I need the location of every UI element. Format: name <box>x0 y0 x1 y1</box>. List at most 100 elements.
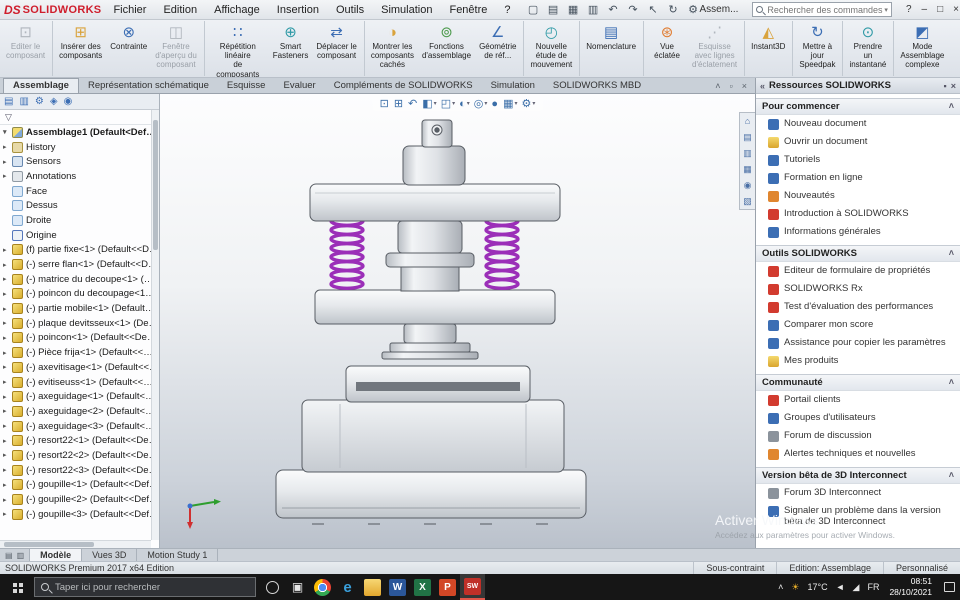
taskpane-row[interactable]: Forum de discussion <box>756 427 960 445</box>
display-manager-tab[interactable]: ◉ <box>64 96 73 107</box>
property-manager-tab[interactable]: ▥ <box>19 96 28 107</box>
ribbon-button[interactable]: ∠ Géométrie de réf... <box>475 21 525 76</box>
status-units[interactable]: Personnalisé <box>882 562 960 574</box>
display-style-icon[interactable]: ◐ ▾ <box>459 98 470 110</box>
taskbar-clock[interactable]: 08:51 28/10/2021 <box>889 576 932 597</box>
expand-arrow-icon[interactable] <box>3 422 12 430</box>
ribbon-button[interactable]: ⊙ Prendre un instantané <box>845 21 895 76</box>
edit-appearance-icon[interactable]: ● <box>491 98 499 110</box>
collapse-chevron-icon[interactable] <box>949 470 954 480</box>
document-tab[interactable]: Vues 3D <box>82 549 138 561</box>
dropdown-arrow-icon[interactable]: ▾ <box>467 100 470 107</box>
menu-item[interactable]: Edition <box>161 3 199 17</box>
view-settings-icon[interactable]: ⚙ ▾ <box>521 97 535 110</box>
expand-arrow-icon[interactable] <box>3 128 12 136</box>
tree-root-item[interactable]: Assemblage1 (Default<Default_Display... <box>0 125 159 140</box>
assembly-3d-model[interactable] <box>160 94 755 548</box>
tree-item[interactable]: (-) serre flan<1> (Default<<Defaul <box>0 257 159 272</box>
dropdown-arrow-icon[interactable]: ▾ <box>434 100 437 107</box>
tree-scrollbar-horizontal[interactable] <box>0 540 151 548</box>
taskpane-row[interactable]: Communauté <box>756 374 960 391</box>
help-button[interactable]: ? <box>906 4 912 15</box>
expand-arrow-icon[interactable] <box>3 481 12 489</box>
ribbon-button[interactable]: ⊕ Smart Fasteners <box>269 21 313 76</box>
options-icon[interactable]: ⚙ <box>687 3 700 16</box>
dropdown-arrow-icon[interactable]: ▾ <box>532 100 535 107</box>
expand-arrow-icon[interactable] <box>3 363 12 371</box>
new-document-icon[interactable]: ▢ <box>527 3 540 16</box>
tree-item[interactable]: (-) plaque devitsseux<1> (Default<... <box>0 316 159 331</box>
hide-show-items-icon[interactable]: ◎ ▾ <box>474 97 488 110</box>
close-button[interactable]: × <box>953 4 959 15</box>
powerpoint-icon[interactable]: P <box>435 574 460 600</box>
spring-right[interactable] <box>484 214 520 290</box>
cortana-icon[interactable] <box>260 574 285 600</box>
restore-window-icon[interactable]: ▫ <box>730 81 733 91</box>
expand-arrow-icon[interactable] <box>3 407 12 415</box>
menu-item[interactable]: Simulation <box>379 3 434 17</box>
redo-icon[interactable]: ↷ <box>627 3 640 16</box>
taskpane-row[interactable]: Signaler un problème dans la version bêt… <box>756 502 960 530</box>
taskpane-row[interactable]: Formation en ligne <box>756 169 960 187</box>
taskpane-row[interactable]: Pour commencer <box>756 98 960 115</box>
menu-item[interactable]: Fenêtre <box>447 3 489 17</box>
close-document-icon[interactable]: × <box>742 81 747 91</box>
pin-icon[interactable]: ▪ <box>944 81 947 91</box>
graphics-viewport[interactable]: ⊡ ⊞ ↶ ◧ ▾ ◰ ▾ ◐ ▾ ◎ ▾ ● ▦ ▾ ⚙ ▾ <box>160 94 755 548</box>
tree-item[interactable]: (-) partie mobile<1> (Default<<D... <box>0 301 159 316</box>
taskpane-row[interactable]: Portail clients <box>756 391 960 409</box>
action-center-icon[interactable] <box>944 582 955 592</box>
tree-item[interactable]: Face <box>0 184 159 199</box>
expand-arrow-icon[interactable] <box>3 275 12 283</box>
expand-arrow-icon[interactable] <box>3 143 12 151</box>
solidworks-taskbar-icon[interactable]: SW <box>460 574 485 600</box>
hidden-icons-chevron-icon[interactable]: ˄ <box>778 582 783 592</box>
tree-item[interactable]: (-) evitiseuss<1> (Default<<Defaul... <box>0 375 159 390</box>
taskpane-row[interactable]: Introduction à SOLIDWORKS <box>756 205 960 223</box>
expand-arrow-icon[interactable] <box>3 378 12 386</box>
ribbon-button[interactable]: ⊗ Contrainte <box>106 21 151 76</box>
taskpane-row[interactable]: Tutoriels <box>756 151 960 169</box>
taskpane-row[interactable]: Comparer mon score <box>756 316 960 334</box>
expand-arrow-icon[interactable] <box>3 496 12 504</box>
design-library-tab[interactable]: ▤ <box>740 129 755 145</box>
expand-arrow-icon[interactable] <box>3 334 12 342</box>
expand-arrow-icon[interactable] <box>3 349 12 357</box>
commandmanager-tab[interactable]: Simulation <box>482 79 544 93</box>
collapse-chevron-icon[interactable] <box>949 248 954 258</box>
menu-item[interactable]: Fichier <box>111 3 148 17</box>
tree-item[interactable]: Droite <box>0 213 159 228</box>
search-dropdown-icon[interactable]: ▾ <box>884 6 888 14</box>
language-indicator[interactable]: FR <box>867 582 879 592</box>
ribbon-button[interactable]: ◫ Fenêtre d'aperçu du composant <box>151 21 205 76</box>
commandmanager-tab[interactable]: Représentation schématique <box>79 79 218 93</box>
save-icon[interactable]: ▦ <box>567 3 580 16</box>
spring-left[interactable] <box>329 214 365 290</box>
ribbon-button[interactable]: ⊡ Editer le composant <box>2 21 54 76</box>
base-block[interactable] <box>301 399 565 473</box>
tree-item[interactable]: History <box>0 140 159 155</box>
ribbon-button[interactable]: ◴ Nouvelle étude de mouvement <box>526 21 581 76</box>
collapse-chevron-icon[interactable] <box>949 377 954 387</box>
dropdown-arrow-icon[interactable]: ▾ <box>484 100 487 107</box>
taskpane-row[interactable]: Version bêta de 3D Interconnect <box>756 467 960 484</box>
temperature-text[interactable]: 17°C <box>808 582 828 592</box>
ribbon-button[interactable]: ◩ Mode Assemblage complexe <box>896 21 948 76</box>
appearances-tab[interactable]: ◉ <box>740 177 755 193</box>
weather-icon[interactable]: ☀ <box>791 582 799 593</box>
tree-item[interactable]: Origine <box>0 228 159 243</box>
collapse-pane-icon[interactable]: « <box>760 81 765 91</box>
ribbon-button[interactable]: ⇄ Déplacer le composant <box>312 21 365 76</box>
model-tabs-list-icon[interactable]: ▥ <box>17 551 25 560</box>
tree-item[interactable]: (-) Pièce frija<1> (Default<<Defau... <box>0 345 159 360</box>
middle-plate[interactable] <box>314 289 556 325</box>
expand-arrow-icon[interactable] <box>3 261 12 269</box>
taskpane-row[interactable]: Informations générales <box>756 223 960 241</box>
taskpane-row[interactable]: Forum 3D Interconnect <box>756 484 960 502</box>
commandmanager-tab[interactable]: Compléments de SOLIDWORKS <box>325 79 482 93</box>
taskpane-row[interactable]: Alertes techniques et nouvelles <box>756 445 960 463</box>
menu-item[interactable]: Affichage <box>212 3 262 17</box>
undo-icon[interactable]: ↶ <box>607 3 620 16</box>
ribbon-button[interactable]: ∷ Répétition linéaire de composants <box>207 21 269 77</box>
ribbon-button[interactable]: ▤ Nomenclature <box>582 21 645 76</box>
